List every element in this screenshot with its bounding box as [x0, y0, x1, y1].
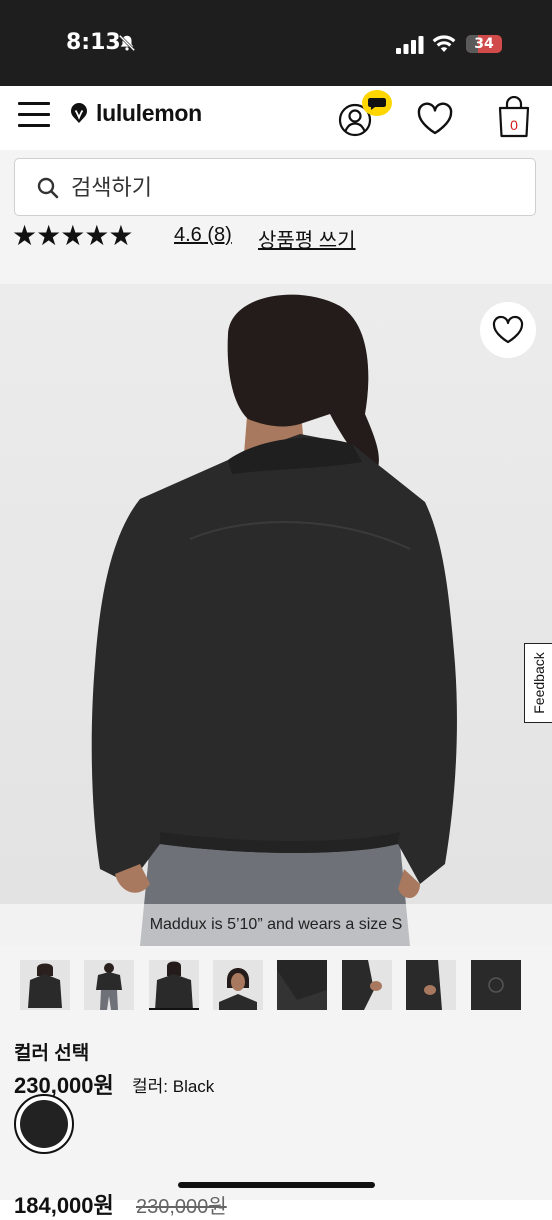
thumbnail[interactable]: [20, 960, 70, 1010]
thumbnail-selected[interactable]: [149, 960, 199, 1010]
signal-icon: [396, 36, 424, 54]
wishlist-heart-icon[interactable]: [416, 102, 454, 136]
search-bar: [0, 150, 552, 222]
chat-icon[interactable]: [362, 90, 392, 116]
shopping-bag-icon[interactable]: 0: [496, 95, 532, 138]
bell-muted-icon: [118, 34, 136, 52]
battery-indicator: 34: [466, 35, 502, 53]
rating-row: ★★★★★ 4.6 (8) 상품평 쓰기: [0, 222, 552, 284]
product-image[interactable]: Maddux is 5’10” and wears a size S: [0, 284, 552, 946]
thumbnail[interactable]: [84, 960, 134, 1010]
image-caption: Maddux is 5’10” and wears a size S: [0, 904, 552, 946]
color-select-title: 컬러 선택: [14, 1043, 90, 1064]
favorite-button[interactable]: [480, 302, 536, 358]
heart-icon: [492, 315, 524, 344]
wifi-icon: [432, 35, 456, 52]
thumbnail[interactable]: [471, 960, 521, 1010]
sale-price: 184,000원: [14, 1193, 114, 1218]
status-bar: 8:13 34: [0, 0, 552, 86]
menu-button[interactable]: [18, 102, 50, 132]
color-swatch-black[interactable]: [14, 1094, 74, 1154]
product-info: 컬러 선택 230,000원 컬러: Black 184,000원 230,00…: [0, 1020, 552, 1218]
thumbnail[interactable]: [406, 960, 456, 1010]
battery-text: 34: [474, 36, 494, 52]
thumbnail-strip: [0, 946, 552, 1020]
brand-name[interactable]: lululemon: [96, 100, 202, 127]
write-review-link[interactable]: 상품평 쓰기: [258, 224, 356, 253]
search-icon: [37, 177, 59, 199]
color-name: 컬러: Black: [132, 1077, 215, 1096]
site-header: lululemon 0: [0, 86, 552, 150]
status-time: 8:13: [66, 30, 121, 55]
rating-score-link[interactable]: 4.6 (8): [174, 224, 232, 247]
search-box[interactable]: [14, 158, 536, 216]
product-photo: [0, 284, 552, 946]
feedback-label: Feedback: [530, 652, 547, 714]
lululemon-logo-icon[interactable]: [68, 102, 90, 124]
home-indicator[interactable]: [178, 1182, 375, 1188]
search-input[interactable]: [69, 167, 513, 209]
thumbnail[interactable]: [213, 960, 263, 1010]
cart-count: 0: [510, 117, 518, 133]
price: 230,000원: [14, 1073, 114, 1098]
rating-stars: ★★★★★: [12, 222, 134, 251]
original-price: 230,000원: [136, 1196, 227, 1218]
thumbnail[interactable]: [277, 960, 327, 1010]
thumbnail[interactable]: [342, 960, 392, 1010]
feedback-tab[interactable]: Feedback: [524, 643, 552, 723]
